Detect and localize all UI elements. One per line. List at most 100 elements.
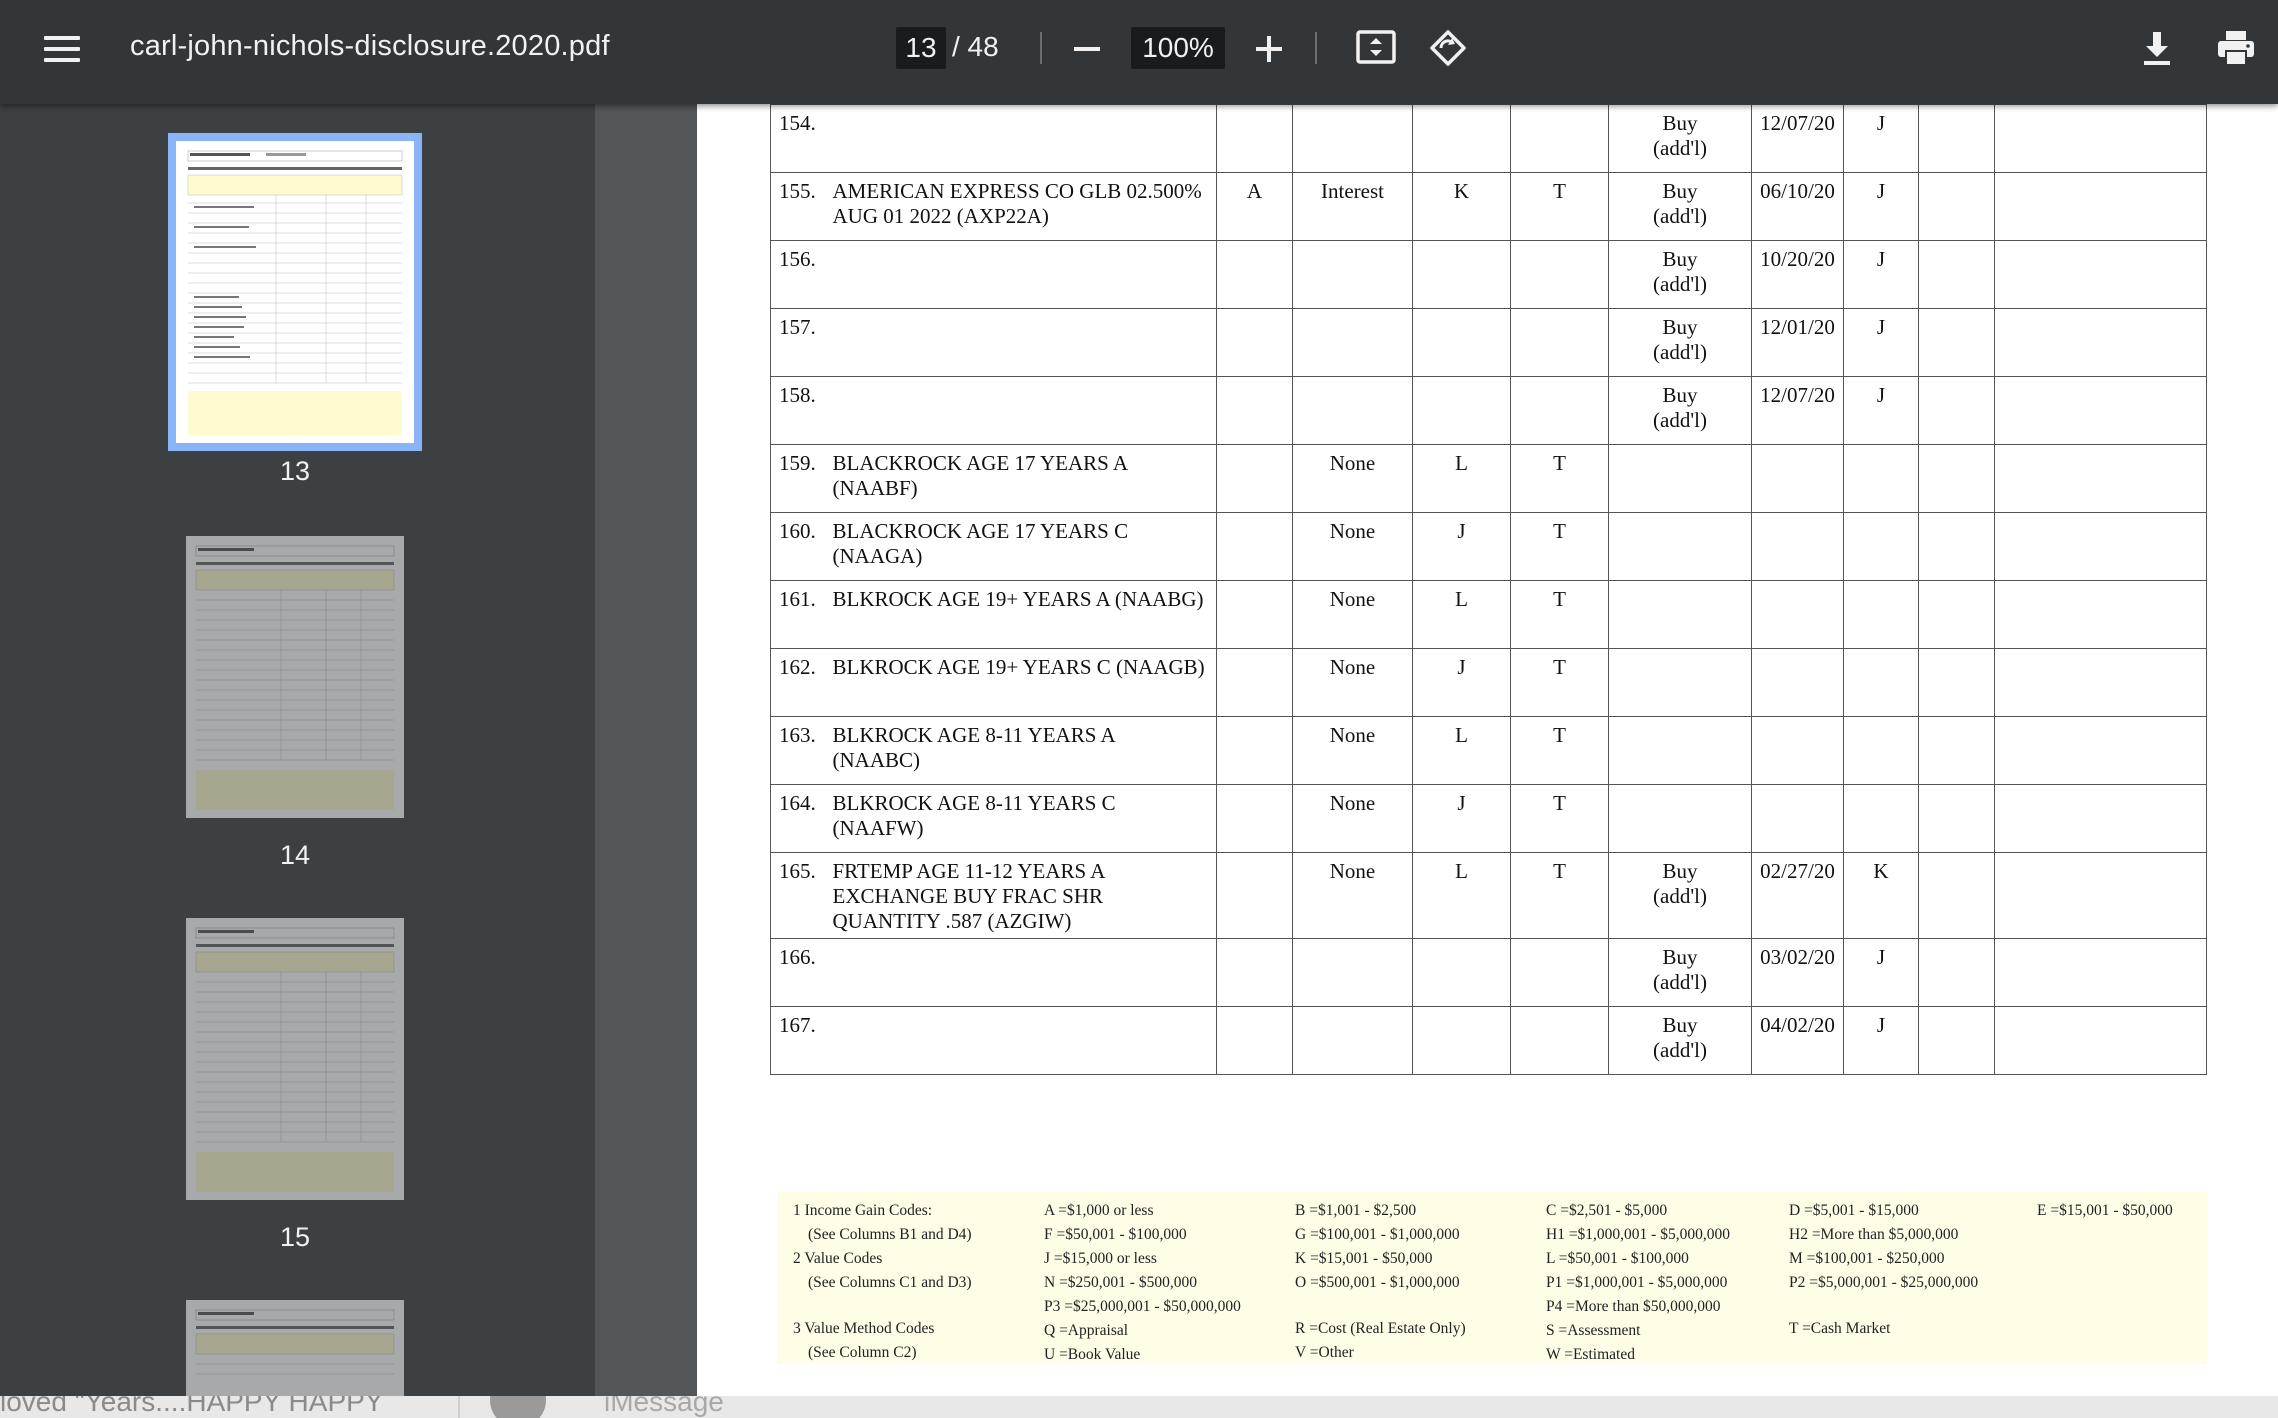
table-cell-d3 [1843, 512, 1919, 581]
table-cell-c2: T [1510, 852, 1609, 939]
table-cell-a [1216, 240, 1293, 309]
table-cell-d2: 12/07/20 [1751, 376, 1844, 445]
table-row: 166. Buy (add'l) 03/02/20 J [770, 938, 2207, 1007]
table-row: 162. BLKROCK AGE 19+ YEARS C (NAAGB) None J… [770, 648, 2207, 717]
table-cell-d5 [1994, 172, 2207, 241]
table-cell-a [1216, 648, 1293, 717]
table-cell-a [1216, 104, 1293, 173]
table-cell-d3: J [1843, 172, 1919, 241]
table-cell-d5 [1994, 308, 2207, 377]
table-cell-d4 [1918, 376, 1995, 445]
table-row: 164. BLKROCK AGE 8-11 YEARS C (NAAFW) None J… [770, 784, 2207, 853]
print-icon[interactable] [2214, 26, 2258, 70]
thumbnail-page[interactable] [168, 133, 422, 451]
table-cell-desc [826, 1006, 1217, 1075]
table-cell-c2: T [1510, 716, 1609, 785]
legend-text: S =Assessment [1546, 1322, 1641, 1339]
table-cell-d2 [1751, 648, 1844, 717]
table-row: 163. BLKROCK AGE 8-11 YEARS A (NAABC) None L… [770, 716, 2207, 785]
table-cell-desc [826, 938, 1217, 1007]
table-cell-d5 [1994, 444, 2207, 513]
table-cell-desc: BLKROCK AGE 19+ YEARS A (NAABG) [826, 580, 1217, 649]
table-cell-d2: 10/20/20 [1751, 240, 1844, 309]
table-cell-d5 [1994, 852, 2207, 939]
legend-text: 2 Value Codes [793, 1250, 883, 1267]
thumbnail-label: 13 [279, 456, 311, 486]
table-cell-num: 164. [770, 784, 827, 853]
table-row: 154. Buy (add'l) 12/07/20 J [770, 104, 2207, 173]
table-cell-b [1292, 938, 1413, 1007]
table-cell-d1: Buy (add'l) [1608, 240, 1752, 309]
toolbar-divider [1040, 32, 1042, 64]
table-cell-b: None [1292, 648, 1413, 717]
table-cell-b [1292, 104, 1413, 173]
table-cell-c2: T [1510, 784, 1609, 853]
table-cell-d2 [1751, 444, 1844, 513]
table-row: 159. BLACKROCK AGE 17 YEARS A (NAABF) None L… [770, 444, 2207, 513]
table-cell-desc: BLACKROCK AGE 17 YEARS C (NAAGA) [826, 512, 1217, 581]
table-cell-c2 [1510, 938, 1609, 1007]
table-cell-d3: J [1843, 104, 1919, 173]
codes-legend: 1 Income Gain Codes: A =$1,000 or less B… [777, 1192, 2207, 1364]
table-cell-d1 [1608, 784, 1752, 853]
legend-text: T =Cash Market [1789, 1320, 1891, 1337]
pdf-viewport[interactable]: 154. Buy (add'l) 12/07/20 J 155. AMERICAN EXPR… [595, 104, 2278, 1418]
table-cell-c1: K [1412, 172, 1511, 241]
legend-text: O =$500,001 - $1,000,000 [1295, 1274, 1460, 1291]
table-cell-a [1216, 512, 1293, 581]
table-cell-desc: BLKROCK AGE 8-11 YEARS C (NAAFW) [826, 784, 1217, 853]
table-cell-d5 [1994, 512, 2207, 581]
table-cell-d4 [1918, 716, 1995, 785]
table-cell-c1 [1412, 104, 1511, 173]
table-cell-num: 160. [770, 512, 827, 581]
zoom-level-input[interactable]: 100% [1131, 27, 1225, 69]
table-cell-d4 [1918, 444, 1995, 513]
table-cell-num: 159. [770, 444, 827, 513]
table-cell-b [1292, 1006, 1413, 1075]
legend-text: D =$5,001 - $15,000 [1789, 1202, 1919, 1219]
legend-text: B =$1,001 - $2,500 [1295, 1202, 1417, 1219]
thumbnail-label: 15 [279, 1222, 311, 1252]
table-cell-c1: L [1412, 852, 1511, 939]
table-cell-a: A [1216, 172, 1293, 241]
legend-text: E =$15,001 - $50,000 [2037, 1202, 2173, 1219]
table-cell-d5 [1994, 376, 2207, 445]
legend-text: P4 =More than $50,000,000 [1546, 1298, 1721, 1315]
table-cell-d4 [1918, 938, 1995, 1007]
table-cell-d3: J [1843, 376, 1919, 445]
table-cell-d4 [1918, 648, 1995, 717]
table-cell-d2: 02/27/20 [1751, 852, 1844, 939]
thumbnail-page[interactable] [186, 536, 404, 818]
app-store-icon[interactable] [490, 1396, 546, 1418]
page-number-input[interactable]: 13 [896, 27, 946, 69]
legend-text: K =$15,001 - $50,000 [1295, 1250, 1433, 1267]
legend-text: G =$100,001 - $1,000,000 [1295, 1226, 1460, 1243]
legend-text: (See Columns B1 and D4) [808, 1226, 972, 1243]
zoom-out-button[interactable] [1070, 28, 1106, 68]
table-row: 156. Buy (add'l) 10/20/20 J [770, 240, 2207, 309]
table-cell-desc: BLACKROCK AGE 17 YEARS A (NAABF) [826, 444, 1217, 513]
download-icon[interactable] [2135, 26, 2179, 70]
menu-icon[interactable] [42, 32, 82, 66]
table-cell-desc [826, 308, 1217, 377]
table-cell-b: None [1292, 444, 1413, 513]
fit-to-page-icon[interactable] [1354, 26, 1398, 70]
thumbnail-page[interactable] [186, 918, 404, 1200]
table-cell-c1 [1412, 240, 1511, 309]
table-cell-d2 [1751, 580, 1844, 649]
table-cell-d1 [1608, 444, 1752, 513]
legend-text: M =$100,001 - $250,000 [1789, 1250, 1945, 1267]
page-total: / 48 [952, 31, 999, 62]
table-cell-d3 [1843, 784, 1919, 853]
table-cell-d2 [1751, 784, 1844, 853]
table-cell-b [1292, 308, 1413, 377]
table-cell-num: 161. [770, 580, 827, 649]
table-cell-d1: Buy (add'l) [1608, 938, 1752, 1007]
legend-text: P2 =$5,000,001 - $25,000,000 [1789, 1274, 1979, 1291]
legend-text: W =Estimated [1546, 1346, 1635, 1363]
message-input[interactable]: iMessage [604, 1396, 724, 1418]
rotate-icon[interactable] [1426, 26, 1470, 70]
zoom-in-button[interactable] [1252, 28, 1288, 68]
table-cell-d4 [1918, 104, 1995, 173]
legend-text: J =$15,000 or less [1044, 1250, 1157, 1267]
